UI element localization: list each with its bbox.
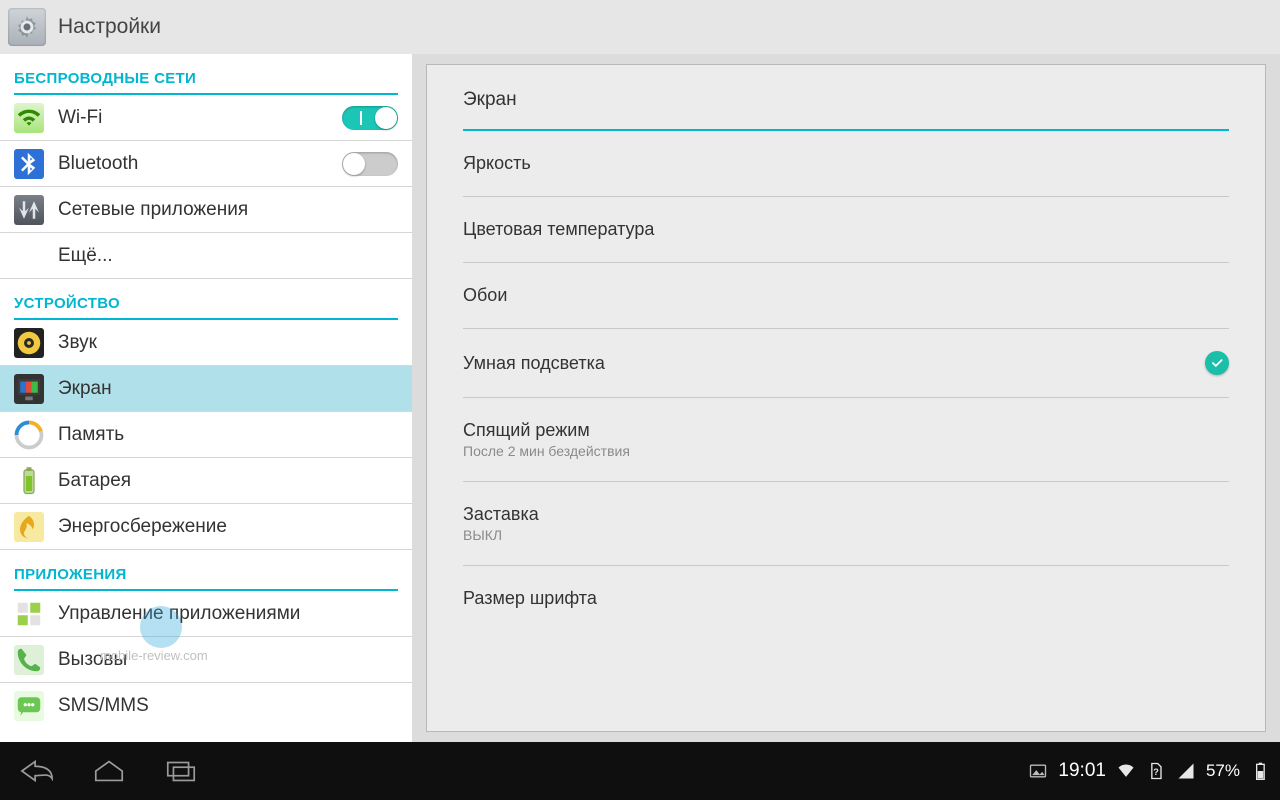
option-label: Спящий режим: [463, 420, 1229, 441]
option-sublabel: После 2 мин бездействия: [463, 443, 1229, 459]
sidebar-item-label: Батарея: [58, 470, 398, 492]
gallery-notification-icon[interactable]: [1028, 761, 1048, 781]
wifi-icon: [14, 103, 44, 133]
option-smart-backlight[interactable]: Умная подсветка: [463, 329, 1229, 398]
titlebar: Настройки: [0, 0, 1280, 54]
option-label: Обои: [463, 285, 1229, 306]
display-icon: [14, 374, 44, 404]
sidebar-item-power-saving[interactable]: Энергосбережение: [0, 504, 412, 550]
storage-icon: [14, 420, 44, 450]
sidebar-item-label: Память: [58, 424, 398, 446]
sidebar-item-display[interactable]: Экран: [0, 366, 412, 412]
sidebar-item-label: Энергосбережение: [58, 516, 398, 538]
apps-icon: [14, 599, 44, 629]
navigation-bar: 19:01 ? 57%: [0, 742, 1280, 800]
sidebar-item-label: Экран: [58, 378, 398, 400]
section-header-apps: ПРИЛОЖЕНИЯ: [0, 550, 412, 589]
option-brightness[interactable]: Яркость: [463, 131, 1229, 197]
sidebar-item-manage-apps[interactable]: Управление приложениями: [0, 591, 412, 637]
power-saving-icon: [14, 512, 44, 542]
app-title: Настройки: [58, 15, 161, 39]
option-color-temp[interactable]: Цветовая температура: [463, 197, 1229, 263]
home-button[interactable]: [82, 754, 136, 788]
sim-status-icon: ?: [1146, 761, 1166, 781]
battery-status-icon: [1250, 761, 1270, 781]
option-label: Умная подсветка: [463, 353, 1205, 374]
option-label: Цветовая температура: [463, 219, 1229, 240]
check-icon[interactable]: [1205, 351, 1229, 375]
sidebar-item-label: Звук: [58, 332, 398, 354]
recent-apps-button[interactable]: [154, 754, 208, 788]
wifi-toggle[interactable]: [342, 106, 398, 130]
sidebar-item-network-apps[interactable]: Сетевые приложения: [0, 187, 412, 233]
settings-gear-icon: [8, 8, 46, 46]
option-wallpaper[interactable]: Обои: [463, 263, 1229, 329]
sidebar-item-calls[interactable]: Вызовы: [0, 637, 412, 683]
bluetooth-icon: [14, 149, 44, 179]
sound-icon: [14, 328, 44, 358]
section-header-wireless: БЕСПРОВОДНЫЕ СЕТИ: [0, 54, 412, 93]
sidebar-item-wifi[interactable]: Wi-Fi: [0, 95, 412, 141]
detail-title: Экран: [463, 65, 1229, 131]
sidebar-item-battery[interactable]: Батарея: [0, 458, 412, 504]
back-button[interactable]: [10, 754, 64, 788]
battery-icon: [14, 466, 44, 496]
bluetooth-toggle[interactable]: [342, 152, 398, 176]
sidebar-item-sound[interactable]: Звук: [0, 320, 412, 366]
sidebar-item-label: Сетевые приложения: [58, 199, 398, 221]
option-label: Заставка: [463, 504, 1229, 525]
option-label: Яркость: [463, 153, 1229, 174]
signal-status-icon: [1176, 761, 1196, 781]
status-time: 19:01: [1058, 760, 1106, 782]
option-label: Размер шрифта: [463, 588, 1229, 609]
option-daydream[interactable]: Заставка ВЫКЛ: [463, 482, 1229, 566]
option-sleep[interactable]: Спящий режим После 2 мин бездействия: [463, 398, 1229, 482]
sidebar-item-label: Вызовы: [58, 649, 398, 671]
sidebar-item-bluetooth[interactable]: Bluetooth: [0, 141, 412, 187]
sidebar-item-label: Wi-Fi: [58, 107, 342, 129]
network-apps-icon: [14, 195, 44, 225]
battery-percent: 57%: [1206, 761, 1240, 781]
sidebar-item-label: Ещё...: [58, 245, 398, 267]
sidebar-item-memory[interactable]: Память: [0, 412, 412, 458]
sidebar-item-label: Bluetooth: [58, 153, 342, 175]
settings-sidebar: БЕСПРОВОДНЫЕ СЕТИ Wi-Fi Bluetooth Сетевы…: [0, 54, 412, 742]
sidebar-item-more[interactable]: Ещё...: [0, 233, 412, 279]
section-header-device: УСТРОЙСТВО: [0, 279, 412, 318]
option-sublabel: ВЫКЛ: [463, 527, 1229, 543]
detail-panel: Экран Яркость Цветовая температура Обои …: [412, 54, 1280, 742]
wifi-status-icon: [1116, 761, 1136, 781]
option-font-size[interactable]: Размер шрифта: [463, 566, 1229, 631]
sidebar-item-sms[interactable]: SMS/MMS: [0, 683, 412, 729]
svg-text:?: ?: [1153, 767, 1159, 777]
sidebar-item-label: SMS/MMS: [58, 695, 398, 717]
phone-icon: [14, 645, 44, 675]
sidebar-item-label: Управление приложениями: [58, 603, 398, 625]
sms-icon: [14, 691, 44, 721]
